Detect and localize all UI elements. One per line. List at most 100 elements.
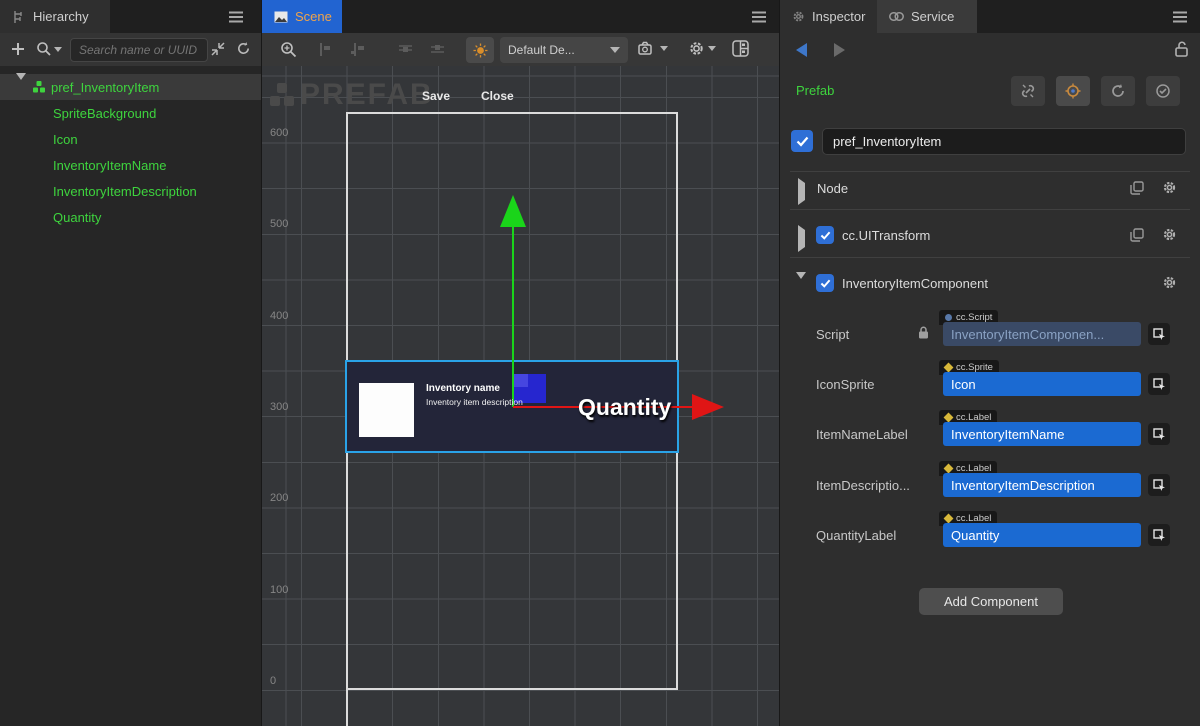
- property-label: ItemDescriptio...: [816, 478, 936, 493]
- node-expander-icon[interactable]: [798, 183, 805, 201]
- axis-tick-100: 100: [270, 584, 288, 596]
- add-component-button[interactable]: Add Component: [919, 588, 1063, 615]
- hierarchy-tree-icon: [12, 10, 26, 24]
- camera-icon[interactable]: [638, 41, 668, 56]
- tab-hierarchy[interactable]: Hierarchy: [0, 0, 110, 33]
- gear-icon: [792, 10, 805, 23]
- component-enabled-checkbox[interactable]: [816, 274, 834, 292]
- script-ref-field[interactable]: InventoryItemComponen...: [943, 322, 1141, 346]
- axis-tick-400: 400: [270, 310, 288, 322]
- tree-item[interactable]: SpriteBackground: [0, 100, 261, 126]
- align-left-icon[interactable]: [318, 42, 333, 57]
- node-active-checkbox[interactable]: [791, 130, 813, 152]
- inspector-panel: Inspector Service Prefab Node: [779, 0, 1200, 726]
- uitransform-expander-icon[interactable]: [798, 230, 805, 248]
- device-dropdown[interactable]: Default De...: [500, 37, 628, 63]
- picker-icon[interactable]: [1148, 474, 1170, 496]
- search-filter-button[interactable]: [36, 41, 62, 57]
- picker-icon[interactable]: [1148, 524, 1170, 546]
- tree-item-label: SpriteBackground: [53, 106, 156, 121]
- expander-down-icon[interactable]: [16, 80, 26, 95]
- gear-icon[interactable]: [688, 40, 716, 57]
- item-name-label: Inventory name: [426, 383, 500, 394]
- tree-item-label: Icon: [53, 132, 78, 147]
- property-label: QuantityLabel: [816, 528, 936, 543]
- forward-icon[interactable]: [834, 43, 845, 57]
- chevron-down-icon: [610, 47, 620, 53]
- item-icon-sprite[interactable]: [359, 383, 414, 437]
- menu-icon[interactable]: [228, 10, 244, 28]
- save-button[interactable]: Save: [422, 89, 450, 103]
- gizmo-x-arrowhead[interactable]: [692, 394, 724, 420]
- prefab-watermark: PREFAB: [268, 78, 434, 112]
- inspector-tab-label: Inspector: [812, 9, 865, 24]
- scene-tab-label: Scene: [295, 9, 332, 24]
- tree-item[interactable]: Quantity: [0, 204, 261, 230]
- chevron-down-icon: [708, 46, 716, 51]
- asset-type-dot: [944, 363, 954, 373]
- copy-icon[interactable]: [1130, 228, 1144, 242]
- revert-prefab-button[interactable]: [1101, 76, 1135, 106]
- layout-grid-icon[interactable]: [732, 40, 749, 57]
- item-description-label: Inventory item description: [426, 397, 523, 407]
- unlock-icon[interactable]: [1174, 41, 1189, 57]
- axis-tick-200: 200: [270, 492, 288, 504]
- prefab-cubes-icon: [32, 80, 46, 94]
- gizmo-y-arrowhead[interactable]: [500, 195, 526, 227]
- axis-tick-600: 600: [270, 127, 288, 139]
- hierarchy-toolbar: [0, 33, 261, 66]
- device-dropdown-value: Default De...: [508, 43, 575, 57]
- tab-scene[interactable]: Scene: [262, 0, 342, 33]
- tab-service[interactable]: Service: [877, 0, 977, 33]
- search-input[interactable]: [70, 38, 208, 62]
- iconsprite-ref-field[interactable]: Icon: [943, 372, 1141, 396]
- tree-item[interactable]: Icon: [0, 126, 261, 152]
- component-expander-icon[interactable]: [796, 279, 806, 297]
- menu-icon[interactable]: [751, 10, 767, 28]
- apply-prefab-button[interactable]: [1146, 76, 1180, 106]
- property-label: ItemNameLabel: [816, 427, 936, 442]
- tree-item[interactable]: InventoryItemDescription: [0, 178, 261, 204]
- quantitylabel-ref-field[interactable]: Quantity: [943, 523, 1141, 547]
- close-button[interactable]: Close: [481, 89, 514, 103]
- tree-item-root[interactable]: pref_InventoryItem: [0, 74, 261, 100]
- zoom-in-icon[interactable]: [280, 41, 297, 58]
- prefab-cubes-icon: [268, 81, 296, 109]
- add-node-button[interactable]: [10, 41, 26, 57]
- service-tab-label: Service: [911, 9, 954, 24]
- menu-icon[interactable]: [1172, 10, 1188, 28]
- prefab-watermark-label: PREFAB: [300, 78, 434, 112]
- back-icon[interactable]: [796, 43, 807, 57]
- gizmo-y-axis[interactable]: [512, 227, 514, 407]
- hierarchy-tabbar: Hierarchy: [0, 0, 261, 33]
- tree-item-label: InventoryItemName: [53, 158, 166, 173]
- collapse-all-icon[interactable]: [211, 42, 225, 56]
- uitransform-enabled-checkbox[interactable]: [816, 226, 834, 244]
- tab-inspector[interactable]: Inspector: [780, 0, 877, 33]
- node-name-input[interactable]: [822, 128, 1186, 155]
- gear-icon[interactable]: [1162, 227, 1177, 242]
- scene-canvas[interactable]: PREFAB Save Close 600 500 400 300 200 10…: [262, 66, 779, 726]
- chevron-down-icon: [660, 46, 668, 51]
- refresh-icon[interactable]: [236, 41, 251, 56]
- hierarchy-tab-label: Hierarchy: [33, 9, 89, 24]
- picker-icon[interactable]: [1148, 323, 1170, 345]
- unlink-prefab-button[interactable]: [1011, 76, 1045, 106]
- itemdescription-ref-field[interactable]: InventoryItemDescription: [943, 473, 1141, 497]
- align-top-icon[interactable]: [398, 42, 413, 57]
- uitransform-section-title: cc.UITransform: [842, 228, 930, 243]
- tree-item[interactable]: InventoryItemName: [0, 152, 261, 178]
- inspector-tabbar: Inspector Service: [780, 0, 1200, 33]
- copy-icon[interactable]: [1130, 181, 1144, 195]
- gear-icon[interactable]: [1162, 275, 1177, 290]
- itemnamelabel-ref-field[interactable]: InventoryItemName: [943, 422, 1141, 446]
- prefab-badge: Prefab: [796, 83, 834, 98]
- component-section-title: InventoryItemComponent: [842, 276, 988, 291]
- picker-icon[interactable]: [1148, 373, 1170, 395]
- align-bottom-icon[interactable]: [430, 42, 445, 57]
- locate-asset-button[interactable]: [1056, 76, 1090, 106]
- gizmo-light-toggle[interactable]: [466, 37, 494, 63]
- picker-icon[interactable]: [1148, 423, 1170, 445]
- align-center-h-icon[interactable]: [350, 42, 365, 57]
- gear-icon[interactable]: [1162, 180, 1177, 195]
